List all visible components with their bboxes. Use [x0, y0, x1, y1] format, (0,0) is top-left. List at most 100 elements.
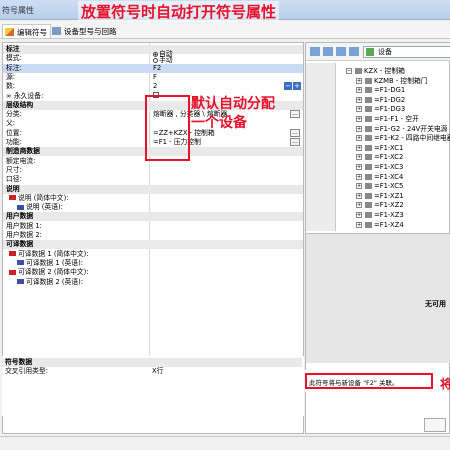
tab-device-model-circuits[interactable]: 设备型号与回路 — [50, 24, 120, 38]
device-node-icon — [355, 68, 362, 74]
property-row[interactable]: 尺寸: — [3, 166, 303, 175]
property-row[interactable]: 说明 (简体中文): — [3, 194, 303, 203]
property-label: 分类: — [6, 110, 22, 119]
cn-flag-icon — [9, 195, 16, 201]
browse-button[interactable]: ... — [290, 138, 300, 146]
property-row[interactable]: 交叉引用类型: X行 — [2, 367, 302, 376]
tree-node-label: KZMB - 控制箱门 — [374, 76, 428, 85]
property-label-text: 说明 — [6, 184, 20, 193]
tab-edit-symbol[interactable]: 编辑符号 — [2, 24, 51, 38]
property-row[interactable]: 可译数据 1 (简体中文): — [3, 250, 303, 259]
tree-node[interactable]: + =F1-DG3 — [356, 105, 405, 114]
property-label-text: 可译数据 2 (英语): — [26, 277, 84, 286]
tree-type-select[interactable]: 设备 — [363, 46, 450, 58]
expand-icon[interactable]: + — [356, 125, 362, 132]
property-row[interactable]: 用户数据 2: — [3, 231, 303, 240]
property-label-text: 源: — [6, 72, 16, 81]
expand-icon[interactable]: + — [356, 87, 362, 94]
property-label: 额定电流: — [6, 157, 35, 166]
filter-icon[interactable] — [310, 47, 320, 56]
property-row[interactable]: 源: F — [3, 73, 303, 82]
expand-icon[interactable]: + — [356, 192, 362, 199]
tree-node[interactable]: + =F1-XZ2 — [356, 201, 404, 210]
tree-node[interactable]: + =F1-DG1 — [356, 86, 405, 95]
tree-node-label: =F1-XC4 — [374, 172, 404, 181]
device-node-icon — [365, 135, 372, 142]
tree-node[interactable]: + =F1-XZ4 — [356, 221, 404, 230]
uk-flag-icon — [17, 279, 24, 284]
increment-button[interactable]: + — [293, 82, 301, 91]
property-label-text: 可译数据 — [6, 240, 34, 249]
tree-node-label: KZX - 控制箱 — [364, 67, 405, 75]
property-label: 用户数据 — [6, 212, 33, 221]
tree-toolbar: 设备 — [306, 43, 450, 61]
radio-unselected-icon — [153, 57, 158, 63]
tree-node-label: =F1-XZ4 — [374, 220, 404, 229]
property-value: 2 — [153, 82, 158, 91]
property-label: 可译数据 1 (简体中文): — [9, 250, 89, 259]
expand-icon[interactable]: + — [356, 212, 362, 218]
tree-node[interactable]: + =F1-XZ3 — [356, 211, 404, 220]
device-node-icon — [365, 154, 372, 161]
device-node-icon — [365, 164, 372, 170]
property-row[interactable]: 可译数据 1 (英语): — [3, 259, 303, 268]
tree-type-value: 设备 — [378, 48, 392, 56]
window-titlebar: 符号属性 放置符号时自动打开符号属性 — [0, 0, 450, 22]
tree-node[interactable]: + =F1-F1 - 空开 — [356, 115, 419, 124]
expand-icon[interactable]: + — [356, 164, 362, 170]
tree-node[interactable]: + KZMB - 控制箱门 — [356, 77, 428, 86]
expand-icon[interactable]: + — [356, 202, 362, 209]
property-row: 可译数据 — [3, 240, 303, 250]
expand-icon[interactable]: + — [356, 135, 362, 142]
expand-icon[interactable] — [349, 47, 359, 56]
expand-icon[interactable]: + — [356, 221, 362, 228]
property-label-text: 层级结构 — [6, 100, 34, 109]
tree-node[interactable]: + =F1-XC2 — [356, 153, 403, 162]
tree-node-label: =F1-XZ3 — [374, 211, 404, 219]
tree-node[interactable]: + =F1-DG2 — [356, 96, 405, 105]
device-node-icon — [365, 202, 372, 209]
property-value: 自动 手动 — [153, 51, 173, 64]
property-row[interactable]: 可译数据 2 (英语): — [3, 278, 303, 287]
expand-icon[interactable]: + — [356, 144, 362, 151]
tree-node[interactable]: − KZX - 控制箱 — [346, 67, 405, 76]
property-row[interactable]: 数: 2 − + — [3, 82, 303, 91]
collapse-icon[interactable]: − — [346, 68, 352, 74]
property-row[interactable]: 模式: 自动 手动 — [3, 51, 303, 64]
tree-node[interactable]: + =F1-XZ1 — [356, 192, 404, 201]
tree-node-label: =F1-F1 - 空开 — [374, 115, 419, 123]
expand-icon[interactable]: + — [356, 77, 362, 84]
property-label-text: 可译数据 2 (简体中文): — [18, 268, 89, 277]
status-extra: 将 — [440, 377, 450, 391]
tree-node[interactable]: + =F1-G2 - 24V开关电源 — [356, 125, 447, 134]
tree-node[interactable]: + =F1-K2 - 四路中间继电器 — [356, 134, 450, 143]
expand-icon[interactable]: + — [356, 173, 362, 180]
tree-node[interactable]: + =F1-XC5 — [356, 182, 403, 191]
property-row[interactable]: 说明 (英语): — [3, 203, 303, 212]
tab-label: 编辑符号 — [17, 28, 47, 37]
expand-icon[interactable]: + — [356, 183, 362, 190]
expand-icon[interactable]: + — [356, 116, 362, 122]
property-row[interactable]: 可译数据 2 (简体中文): — [3, 268, 303, 277]
property-row[interactable]: 标注: F2 — [3, 63, 303, 73]
expand-icon[interactable]: + — [356, 96, 362, 103]
tree-node[interactable]: + =F1-XC3 — [356, 163, 403, 172]
tree-node-label: =F1-XC5 — [374, 182, 404, 191]
property-row[interactable]: 用户数据 1: — [3, 222, 303, 231]
uk-flag-icon — [17, 260, 24, 266]
expand-icon[interactable]: + — [356, 154, 362, 161]
property-label-text: 用户数据 2: — [6, 231, 42, 239]
tree-node[interactable]: + =F1-XC1 — [356, 144, 403, 153]
property-row[interactable]: 口径: — [3, 175, 303, 184]
refresh-icon[interactable] — [336, 47, 346, 56]
ok-button[interactable] — [424, 418, 446, 432]
property-label-text: 位置: — [6, 128, 22, 137]
property-label: 数: — [6, 82, 15, 91]
tree-node[interactable]: + =F1-XC4 — [356, 173, 403, 182]
expand-icon[interactable]: + — [356, 106, 362, 113]
status-message: 此符号将与新设备 "F2" 关联。 — [309, 379, 399, 387]
property-label: 标注 — [6, 45, 20, 54]
property-label: 用户数据 2: — [6, 231, 42, 240]
view-icon[interactable] — [323, 47, 333, 56]
decrement-button[interactable]: − — [284, 82, 292, 91]
